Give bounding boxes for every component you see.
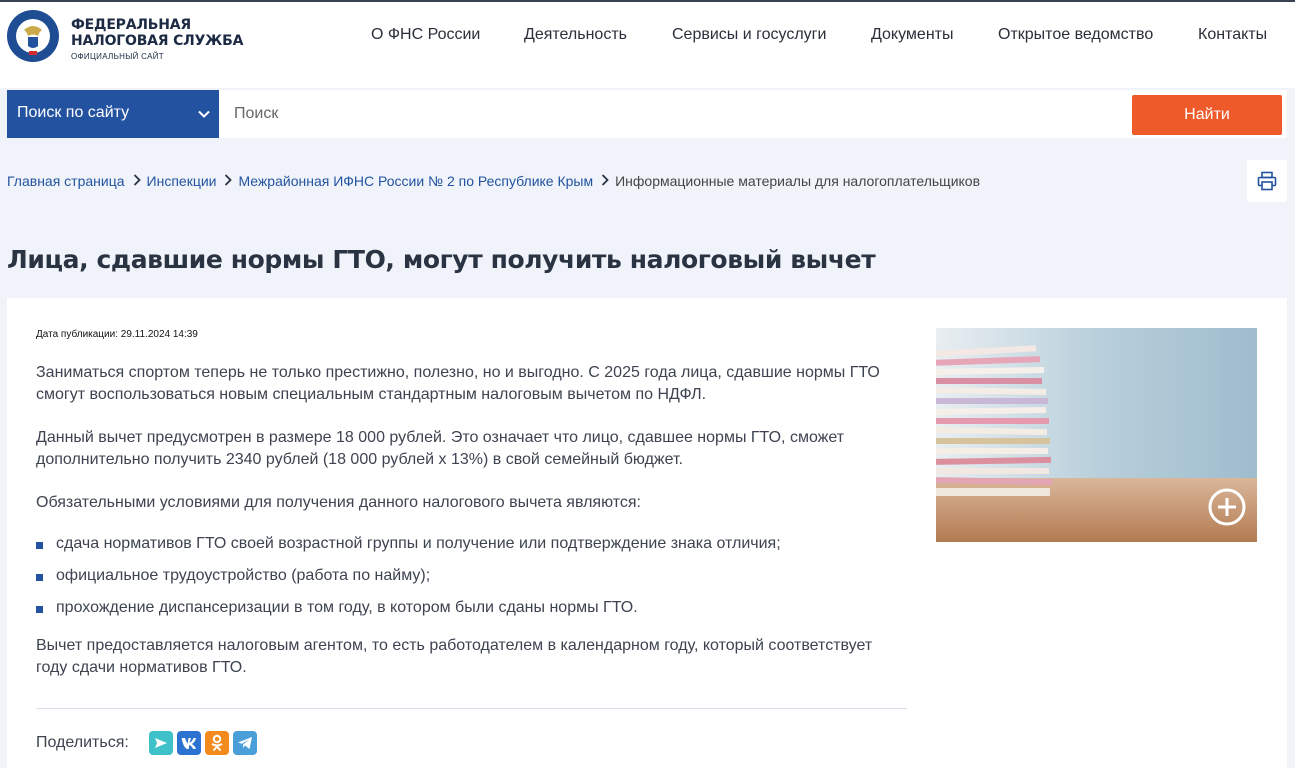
printer-icon — [1257, 171, 1277, 191]
search-wrap: Поиск по сайту Найти — [7, 90, 1287, 138]
bullet-icon — [36, 542, 43, 549]
article-paragraph: Данный вычет предусмотрен в размере 18 0… — [36, 429, 845, 468]
nav-item-activity[interactable]: Деятельность — [524, 26, 627, 44]
article-paragraph: Обязательными условиями для получения да… — [36, 494, 641, 511]
zoom-in-icon[interactable] — [1207, 487, 1247, 532]
list-item-text: прохождение диспансеризации в том году, … — [56, 599, 638, 616]
nav-item-contacts[interactable]: Контакты — [1198, 26, 1267, 44]
nav-item-open-agency[interactable]: Открытое ведомство — [998, 26, 1153, 44]
conditions-list: сдача нормативов ГТО своей возрастной гр… — [36, 533, 896, 619]
search-scope-label: Поиск по сайту — [17, 104, 130, 121]
breadcrumb-item-inspection[interactable]: Межрайонная ИФНС России № 2 по Республик… — [238, 173, 593, 189]
share-vk-button[interactable] — [176, 731, 201, 755]
article-paragraph: Заниматься спортом теперь не только прес… — [36, 364, 880, 403]
nav-item-services[interactable]: Сервисы и госуслуги — [672, 26, 826, 44]
nav-item-about[interactable]: О ФНС России — [371, 26, 480, 44]
article-image[interactable] — [936, 328, 1257, 542]
search-input[interactable] — [219, 90, 1129, 138]
divider — [36, 708, 907, 709]
share-label: Поделиться: — [36, 734, 129, 751]
list-item: официальное трудоустройство (работа по н… — [36, 565, 896, 587]
search-scope-select[interactable]: Поиск по сайту — [7, 90, 219, 138]
print-button[interactable] — [1247, 160, 1287, 202]
breadcrumb: Главная страница Инспекции Межрайонная И… — [7, 173, 980, 189]
list-item: прохождение диспансеризации в том году, … — [36, 597, 896, 619]
main-nav: О ФНС России Деятельность Сервисы и госу… — [0, 26, 1295, 50]
vk-icon — [181, 738, 196, 749]
article-card: Дата публикации: 29.11.2024 14:39 Занима… — [7, 298, 1287, 768]
site-header: ФЕДЕРАЛЬНАЯ НАЛОГОВАЯ СЛУЖБА ОФИЦИАЛЬНЫЙ… — [0, 2, 1295, 88]
list-item-text: официальное трудоустройство (работа по н… — [56, 567, 431, 584]
send-icon — [154, 738, 167, 748]
chevron-right-icon — [601, 173, 609, 189]
chevron-down-icon — [197, 107, 211, 126]
ok-icon — [211, 734, 223, 752]
breadcrumb-current: Информационные материалы для налогоплате… — [615, 173, 981, 189]
chevron-right-icon — [224, 173, 233, 189]
search-bar: Поиск по сайту Найти — [0, 88, 1295, 140]
list-item: сдача нормативов ГТО своей возрастной гр… — [36, 533, 896, 555]
share-telegram-button[interactable] — [232, 731, 257, 755]
logo-line-3: ОФИЦИАЛЬНЫЙ САЙТ — [71, 52, 164, 61]
list-item-text: сдача нормативов ГТО своей возрастной гр… — [56, 535, 781, 552]
nav-item-documents[interactable]: Документы — [871, 26, 953, 44]
breadcrumb-item-inspections[interactable]: Инспекции — [147, 173, 217, 189]
search-button[interactable]: Найти — [1132, 95, 1282, 135]
bullet-icon — [36, 574, 43, 581]
article-paragraph: Вычет предоставляется налоговым агентом,… — [36, 637, 873, 676]
breadcrumb-item-home[interactable]: Главная страница — [7, 173, 125, 189]
bullet-icon — [36, 606, 43, 613]
page-title: Лица, сдавшие нормы ГТО, могут получить … — [7, 245, 876, 274]
chevron-right-icon — [133, 173, 141, 189]
article-body: Заниматься спортом теперь не только прес… — [36, 362, 896, 700]
share-panel: Поделиться: — [36, 731, 261, 755]
publication-date: Дата публикации: 29.11.2024 14:39 — [36, 329, 198, 340]
share-ok-button[interactable] — [204, 731, 229, 755]
share-send-button[interactable] — [148, 731, 173, 755]
telegram-icon — [237, 737, 252, 749]
